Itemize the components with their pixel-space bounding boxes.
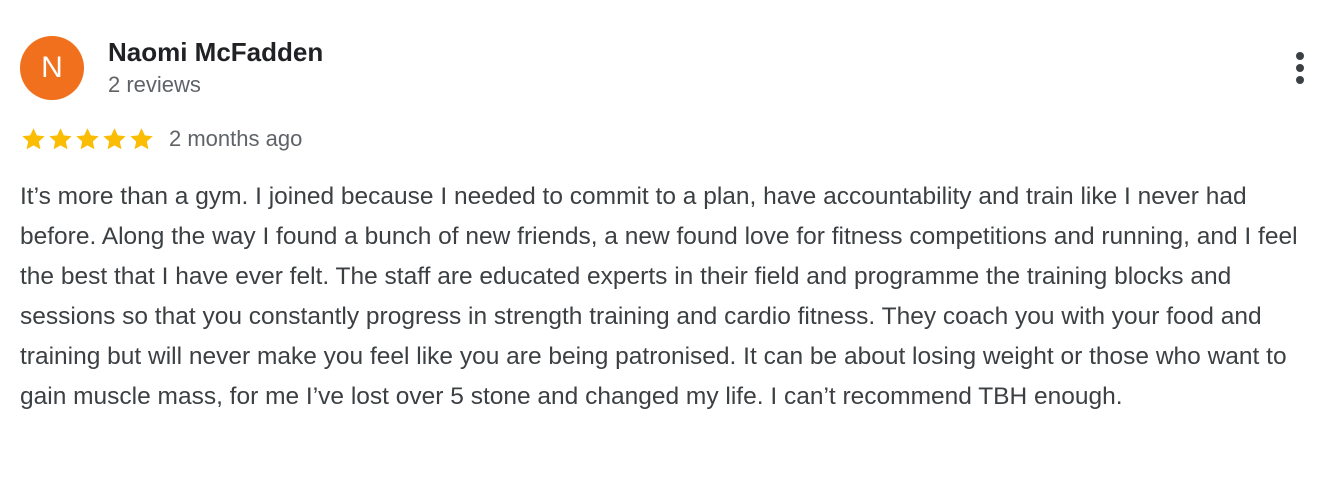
star-icon [130, 127, 153, 149]
star-icon [22, 127, 45, 149]
star-rating [20, 126, 155, 153]
review-time: 2 months ago [169, 126, 303, 151]
reviewer-name[interactable]: Naomi McFadden [108, 36, 323, 68]
more-vertical-icon [1296, 52, 1304, 84]
review-text: It’s more than a gym. I joined because I… [20, 183, 1298, 410]
rating-row: 2 months ago [20, 124, 302, 154]
review-count: 2 reviews [108, 72, 201, 97]
avatar[interactable]: N [20, 36, 84, 100]
more-options-button[interactable] [1284, 50, 1316, 86]
review-card: N Naomi McFadden 2 reviews 2 months ago … [0, 0, 1334, 490]
star-icon [76, 127, 99, 149]
star-icon [49, 127, 72, 149]
star-icon [103, 127, 126, 149]
